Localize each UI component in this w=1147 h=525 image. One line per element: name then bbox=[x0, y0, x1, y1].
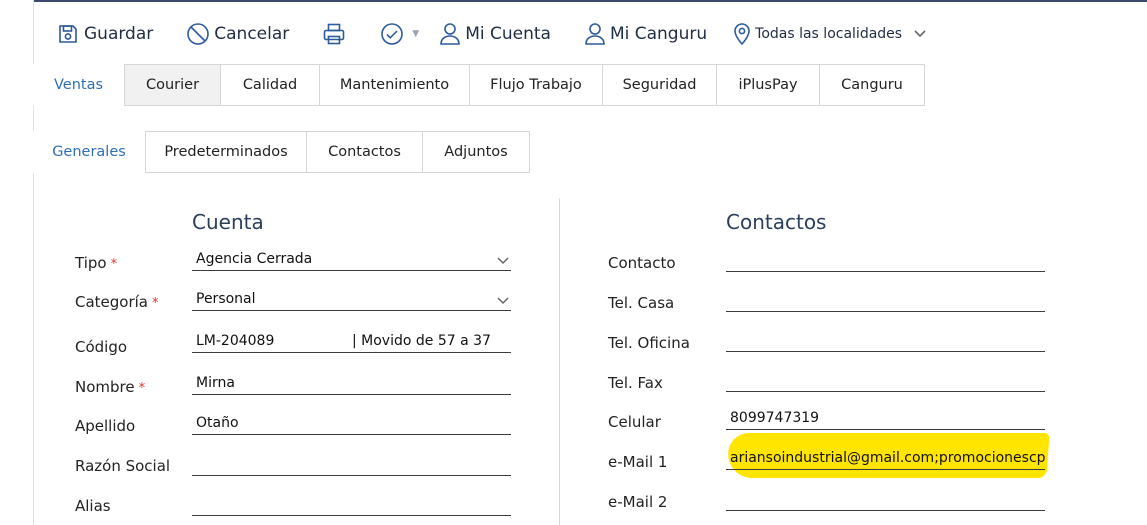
email1-label: e-Mail 1 bbox=[608, 453, 668, 471]
codigo-value: LM-204089 bbox=[196, 332, 275, 349]
nombre-value: Mirna bbox=[196, 374, 235, 391]
categoria-value: Personal bbox=[196, 290, 256, 307]
tel-fax-label: Tel. Fax bbox=[608, 374, 663, 392]
categoria-label: Categoría * bbox=[75, 293, 159, 311]
tab-label: Adjuntos bbox=[444, 144, 508, 160]
tipo-label-text: Tipo bbox=[75, 254, 107, 272]
user-icon bbox=[439, 22, 465, 46]
tab-contactos[interactable]: Contactos bbox=[307, 131, 423, 173]
save-button[interactable]: Guardar bbox=[57, 23, 153, 45]
tipo-value: Agencia Cerrada bbox=[196, 250, 313, 267]
nombre-label: Nombre * bbox=[75, 378, 145, 396]
tab-label: Calidad bbox=[242, 77, 298, 93]
my-canguru-label: Mi Canguru bbox=[609, 24, 708, 44]
tab-label: Canguru bbox=[841, 77, 903, 93]
tipo-label: Tipo * bbox=[75, 254, 117, 272]
tab-predeterminados[interactable]: Predeterminados bbox=[145, 131, 307, 173]
tipo-select[interactable]: Agencia Cerrada bbox=[192, 247, 511, 271]
cancel-button[interactable]: Cancelar bbox=[186, 22, 289, 46]
tab-flujo-trabajo[interactable]: Flujo Trabajo bbox=[470, 64, 603, 106]
location-selector[interactable]: Todas las localidades bbox=[732, 22, 929, 46]
tab-iplusypay[interactable]: iPlusPay bbox=[717, 64, 820, 106]
main-tabs: Ventas Courier Calidad Mantenimiento Flu… bbox=[33, 64, 925, 106]
my-account-button[interactable]: Mi Cuenta bbox=[439, 22, 551, 46]
tel-casa-field[interactable] bbox=[726, 288, 1045, 312]
tab-label: Ventas bbox=[53, 77, 104, 93]
nombre-label-text: Nombre bbox=[75, 378, 135, 396]
razon-social-label: Razón Social bbox=[75, 457, 171, 475]
chevron-down-icon bbox=[497, 253, 509, 269]
caret-down-icon[interactable]: ▼ bbox=[412, 29, 419, 39]
apellido-value: Otaño bbox=[196, 414, 239, 431]
my-account-label: Mi Cuenta bbox=[465, 24, 551, 44]
my-canguru-button[interactable]: Mi Canguru bbox=[584, 22, 707, 46]
tab-label: Courier bbox=[145, 77, 200, 93]
tab-label: Predeterminados bbox=[164, 144, 288, 160]
tel-oficina-label: Tel. Oficina bbox=[608, 334, 690, 352]
tab-canguru[interactable]: Canguru bbox=[820, 64, 925, 106]
section-divider bbox=[559, 198, 560, 525]
contactos-title: Contactos bbox=[726, 210, 827, 234]
apellido-label: Apellido bbox=[75, 417, 136, 435]
alias-label: Alias bbox=[75, 497, 111, 515]
codigo-label: Código bbox=[75, 338, 128, 356]
print-button[interactable] bbox=[322, 22, 346, 46]
top-border bbox=[33, 0, 1147, 2]
tel-fax-field[interactable] bbox=[726, 368, 1045, 392]
tab-generales[interactable]: Generales bbox=[33, 131, 145, 173]
nombre-field[interactable]: Mirna bbox=[192, 371, 511, 395]
sub-tabs: Generales Predeterminados Contactos Adju… bbox=[33, 131, 530, 173]
save-label: Guardar bbox=[84, 24, 154, 44]
tab-label: iPlusPay bbox=[738, 77, 798, 93]
alias-field[interactable] bbox=[192, 492, 511, 516]
tab-label: Seguridad bbox=[622, 77, 697, 93]
tab-calidad[interactable]: Calidad bbox=[221, 64, 320, 106]
contacto-label: Contacto bbox=[608, 254, 676, 272]
celular-value: 8099747319 bbox=[730, 409, 820, 426]
categoria-label-text: Categoría bbox=[75, 293, 149, 311]
codigo-note: | Movido de 57 a 37 bbox=[352, 332, 491, 349]
cuenta-title: Cuenta bbox=[192, 210, 264, 234]
cancel-icon bbox=[186, 22, 214, 46]
tab-seguridad[interactable]: Seguridad bbox=[603, 64, 717, 106]
tel-oficina-field[interactable] bbox=[726, 328, 1045, 352]
email2-label: e-Mail 2 bbox=[608, 493, 668, 511]
tab-label: Flujo Trabajo bbox=[490, 77, 582, 93]
apellido-field[interactable]: Otaño bbox=[192, 411, 511, 435]
codigo-field[interactable]: LM-204089 | Movido de 57 a 37 bbox=[192, 329, 511, 353]
user-icon bbox=[584, 22, 610, 46]
required-marker: * bbox=[110, 257, 118, 272]
tab-mantenimiento[interactable]: Mantenimiento bbox=[320, 64, 470, 106]
save-icon bbox=[57, 23, 84, 45]
toolbar: Guardar Cancelar ▼ Mi Cuenta Mi Canguru … bbox=[55, 18, 929, 50]
cancel-label: Cancelar bbox=[214, 24, 290, 44]
tab-courier[interactable]: Courier bbox=[124, 64, 221, 106]
tab-label: Contactos bbox=[328, 144, 401, 160]
tab-label: Generales bbox=[52, 144, 126, 160]
approve-button[interactable] bbox=[380, 22, 404, 46]
celular-field[interactable]: 8099747319 bbox=[726, 406, 1045, 430]
email1-field[interactable]: ariansoindustrial@gmail.com;promocionesc… bbox=[726, 446, 1045, 470]
tel-casa-label: Tel. Casa bbox=[608, 294, 675, 312]
chevron-down-icon bbox=[497, 293, 509, 309]
tab-label: Mantenimiento bbox=[339, 77, 450, 93]
print-icon bbox=[322, 22, 346, 46]
email1-value: ariansoindustrial@gmail.com;promocionesc… bbox=[730, 449, 1045, 466]
tab-ventas[interactable]: Ventas bbox=[33, 64, 124, 106]
location-label: Todas las localidades bbox=[755, 26, 903, 42]
check-circle-icon bbox=[380, 22, 404, 46]
required-marker: * bbox=[152, 296, 159, 311]
chevron-down-icon bbox=[914, 30, 929, 38]
categoria-select[interactable]: Personal bbox=[192, 287, 511, 311]
map-pin-icon bbox=[732, 22, 755, 46]
required-marker: * bbox=[138, 381, 146, 396]
email2-field[interactable] bbox=[726, 487, 1045, 511]
razon-social-field[interactable] bbox=[192, 452, 511, 476]
celular-label: Celular bbox=[608, 413, 661, 431]
contacto-field[interactable] bbox=[726, 248, 1045, 272]
tab-adjuntos[interactable]: Adjuntos bbox=[423, 131, 530, 173]
